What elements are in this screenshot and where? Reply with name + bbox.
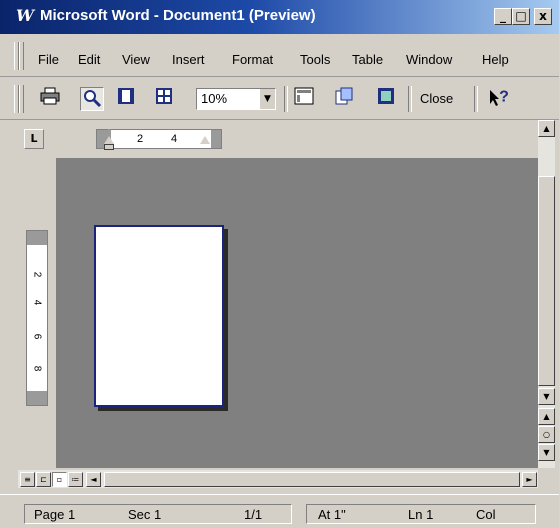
vertical-scrollbar[interactable]: ▲ ▼ ▲ ○ ▼ xyxy=(538,120,555,468)
close-preview-button[interactable]: Close xyxy=(420,91,453,106)
one-page-icon[interactable] xyxy=(114,87,138,111)
multiple-pages-icon[interactable] xyxy=(152,87,176,111)
previous-page-button[interactable]: ▲ xyxy=(538,408,555,425)
toolbar-separator xyxy=(284,86,288,112)
view-ruler-icon[interactable] xyxy=(292,87,316,111)
word-app-icon[interactable]: W xyxy=(16,7,34,25)
print-icon[interactable] xyxy=(38,87,62,111)
menu-view[interactable]: View xyxy=(122,52,150,67)
zoom-value[interactable]: 10% xyxy=(201,91,227,106)
menu-help[interactable]: Help xyxy=(482,52,509,67)
ruler-number: 8 xyxy=(31,365,43,372)
menu-window[interactable]: Window xyxy=(406,52,452,67)
zoom-dropdown-arrow-icon[interactable]: ▼ xyxy=(259,89,275,109)
vertical-scroll-thumb[interactable] xyxy=(538,176,555,386)
normal-view-button[interactable]: ≡ xyxy=(20,472,35,487)
select-browse-object-button[interactable]: ○ xyxy=(538,426,555,443)
scroll-right-button[interactable]: ► xyxy=(522,472,537,487)
tab-selector[interactable]: L xyxy=(24,129,44,149)
status-page: Page 1 xyxy=(34,507,76,522)
next-page-button[interactable]: ▼ xyxy=(538,444,555,461)
menu-format[interactable]: Format xyxy=(232,52,273,67)
menu-bar: File Edit View Insert Format Tools Table… xyxy=(0,34,559,77)
context-help-label: ? xyxy=(499,88,509,106)
toolbar-separator-3 xyxy=(474,86,478,112)
menu-table[interactable]: Table xyxy=(352,52,383,67)
full-screen-icon[interactable] xyxy=(374,87,398,111)
word-print-preview-window: W Microsoft Word - Document1 (Preview) _… xyxy=(0,0,559,528)
status-section: Sec 1 xyxy=(128,507,162,522)
ruler-right-margin xyxy=(211,130,221,148)
minimize-button[interactable]: _ xyxy=(494,8,512,25)
menu-edit[interactable]: Edit xyxy=(78,52,100,67)
menu-insert[interactable]: Insert xyxy=(172,52,205,67)
scroll-up-button[interactable]: ▲ xyxy=(538,120,555,137)
menubar-grip-2[interactable] xyxy=(19,42,24,70)
ruler-number: 4 xyxy=(31,299,43,306)
print-layout-view-button[interactable]: ▫ xyxy=(52,472,67,487)
menu-tools[interactable]: Tools xyxy=(300,52,330,67)
status-col: Col xyxy=(476,507,496,522)
scroll-left-button[interactable]: ◄ xyxy=(86,472,101,487)
scroll-down-button[interactable]: ▼ xyxy=(538,388,555,405)
context-help-icon[interactable]: ? xyxy=(484,87,514,111)
vertical-ruler[interactable]: 2 4 6 8 xyxy=(26,230,48,406)
ruler-number: 4 xyxy=(171,133,178,145)
magnifier-icon[interactable] xyxy=(80,87,104,111)
maximize-button[interactable]: □ xyxy=(512,8,530,25)
ruler-top-margin xyxy=(27,231,47,245)
close-window-button[interactable]: x xyxy=(534,8,552,25)
first-line-indent-marker[interactable] xyxy=(104,122,114,130)
web-layout-view-button[interactable]: ⊏ xyxy=(36,472,51,487)
menu-file[interactable]: File xyxy=(38,52,59,67)
right-indent-marker[interactable] xyxy=(200,136,210,144)
ruler-row xyxy=(0,120,540,158)
ruler-bottom-margin xyxy=(27,391,47,405)
outline-view-button[interactable]: ≔ xyxy=(68,472,83,487)
title-bar[interactable]: W Microsoft Word - Document1 (Preview) _… xyxy=(0,0,559,34)
horizontal-scroll-thumb[interactable] xyxy=(104,472,520,487)
page-preview[interactable] xyxy=(94,225,224,407)
status-at: At 1" xyxy=(318,507,346,522)
shrink-to-fit-icon[interactable] xyxy=(332,87,356,111)
status-page-count: 1/1 xyxy=(244,507,263,522)
window-title: Microsoft Word - Document1 (Preview) xyxy=(40,7,316,24)
zoom-combo[interactable]: 10% ▼ xyxy=(196,88,276,110)
ruler-number: 2 xyxy=(137,133,144,145)
ruler-number: 6 xyxy=(31,333,43,340)
status-line: Ln 1 xyxy=(408,507,434,522)
toolbar-separator-2 xyxy=(408,86,412,112)
hanging-indent-marker[interactable] xyxy=(104,136,114,144)
left-indent-marker[interactable] xyxy=(104,144,114,150)
ruler-number: 2 xyxy=(31,271,43,278)
toolbar-grip-2[interactable] xyxy=(19,85,24,113)
